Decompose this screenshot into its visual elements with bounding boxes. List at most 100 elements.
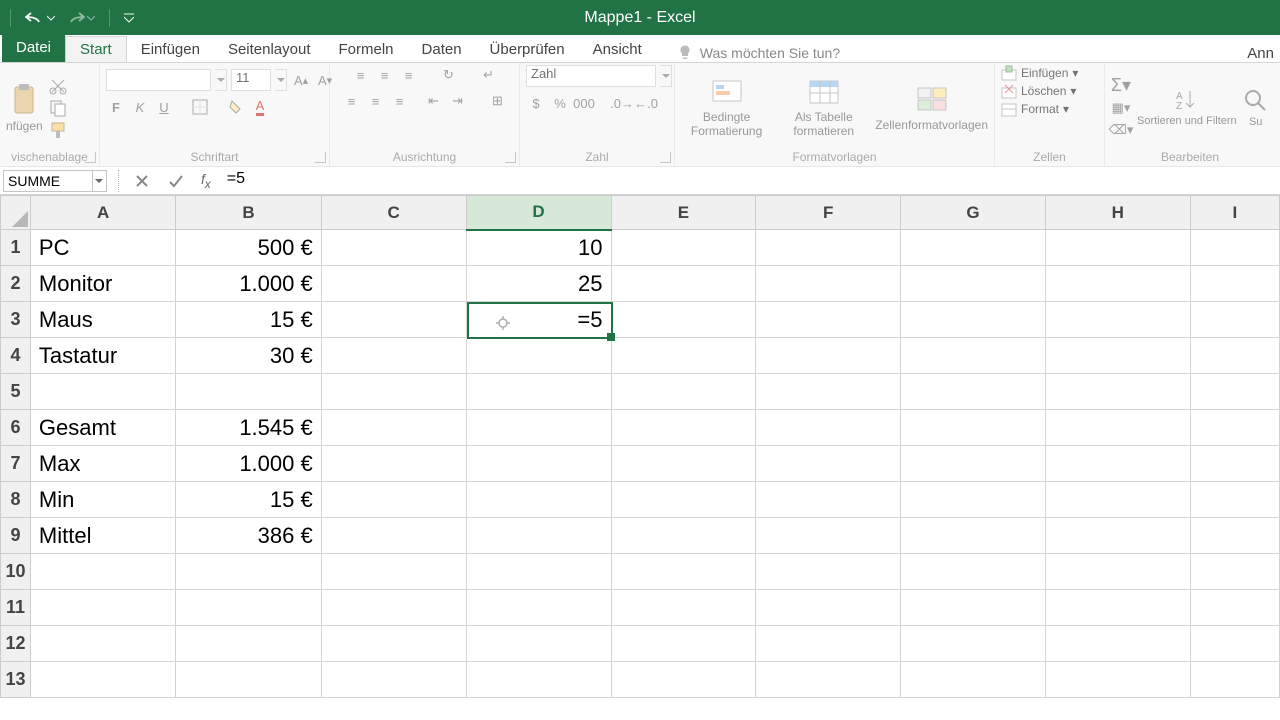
row-header-13[interactable]: 13 bbox=[1, 662, 31, 698]
row-header-1[interactable]: 1 bbox=[1, 230, 31, 266]
cell-C5[interactable] bbox=[321, 374, 466, 410]
column-header-B[interactable]: B bbox=[176, 196, 321, 230]
cell-B1[interactable]: 500 € bbox=[176, 230, 321, 266]
cell-D11[interactable] bbox=[466, 590, 611, 626]
cell-C3[interactable] bbox=[321, 302, 466, 338]
cell-E4[interactable] bbox=[611, 338, 756, 374]
cell-E7[interactable] bbox=[611, 446, 756, 482]
column-header-F[interactable]: F bbox=[756, 196, 901, 230]
row-header-4[interactable]: 4 bbox=[1, 338, 31, 374]
align-left-button[interactable]: ≡ bbox=[342, 91, 362, 111]
cell-I2[interactable] bbox=[1190, 266, 1279, 302]
cell-A7[interactable]: Max bbox=[30, 446, 176, 482]
cell-H11[interactable] bbox=[1045, 590, 1190, 626]
fill-button[interactable]: ▦▾ bbox=[1111, 98, 1131, 118]
autosum-button[interactable]: Σ▾ bbox=[1111, 76, 1131, 96]
cell-F12[interactable] bbox=[756, 626, 901, 662]
cell-G8[interactable] bbox=[901, 482, 1046, 518]
decrease-decimal-button[interactable]: ←.0 bbox=[636, 93, 656, 113]
cell-F7[interactable] bbox=[756, 446, 901, 482]
cell-F1[interactable] bbox=[756, 230, 901, 266]
cell-G10[interactable] bbox=[901, 554, 1046, 590]
row-header-11[interactable]: 11 bbox=[1, 590, 31, 626]
cell-G3[interactable] bbox=[901, 302, 1046, 338]
spreadsheet-grid[interactable]: ABCDEFGHI1PC500 €102Monitor1.000 €253Mau… bbox=[0, 195, 1280, 698]
cell-B10[interactable] bbox=[176, 554, 321, 590]
cell-I5[interactable] bbox=[1190, 374, 1279, 410]
copy-icon[interactable] bbox=[49, 99, 67, 117]
cell-I1[interactable] bbox=[1190, 230, 1279, 266]
number-launcher[interactable] bbox=[660, 152, 671, 163]
cell-G7[interactable] bbox=[901, 446, 1046, 482]
cell-B11[interactable] bbox=[176, 590, 321, 626]
number-format-dropdown[interactable] bbox=[660, 65, 672, 87]
cell-E5[interactable] bbox=[611, 374, 756, 410]
cell-E11[interactable] bbox=[611, 590, 756, 626]
cell-G6[interactable] bbox=[901, 410, 1046, 446]
clear-button[interactable]: ⌫▾ bbox=[1111, 120, 1131, 140]
cell-C1[interactable] bbox=[321, 230, 466, 266]
cell-B4[interactable]: 30 € bbox=[176, 338, 321, 374]
tabs-right[interactable]: Ann bbox=[1247, 45, 1280, 62]
conditional-formatting-button[interactable]: Bedingte Formatierung bbox=[681, 77, 772, 137]
find-select-button[interactable]: Su bbox=[1243, 88, 1269, 128]
column-header-G[interactable]: G bbox=[901, 196, 1046, 230]
cell-F6[interactable] bbox=[756, 410, 901, 446]
increase-indent-button[interactable]: ⇥ bbox=[448, 91, 468, 111]
cell-A12[interactable] bbox=[30, 626, 176, 662]
cell-C13[interactable] bbox=[321, 662, 466, 698]
cell-I7[interactable] bbox=[1190, 446, 1279, 482]
cell-H10[interactable] bbox=[1045, 554, 1190, 590]
qat-customize-button[interactable] bbox=[124, 12, 134, 24]
select-all-corner[interactable] bbox=[1, 196, 31, 230]
cell-A9[interactable]: Mittel bbox=[30, 518, 176, 554]
cell-G1[interactable] bbox=[901, 230, 1046, 266]
cell-G2[interactable] bbox=[901, 266, 1046, 302]
cell-I8[interactable] bbox=[1190, 482, 1279, 518]
cell-B6[interactable]: 1.545 € bbox=[176, 410, 321, 446]
cell-E9[interactable] bbox=[611, 518, 756, 554]
cell-E10[interactable] bbox=[611, 554, 756, 590]
cell-G9[interactable] bbox=[901, 518, 1046, 554]
font-name-input[interactable] bbox=[106, 69, 211, 91]
align-center-button[interactable]: ≡ bbox=[366, 91, 386, 111]
align-top-button[interactable]: ≡ bbox=[351, 65, 371, 85]
cell-E3[interactable] bbox=[611, 302, 756, 338]
tab-review[interactable]: Überprüfen bbox=[476, 37, 579, 62]
name-box-dropdown[interactable] bbox=[93, 170, 107, 192]
cell-C4[interactable] bbox=[321, 338, 466, 374]
alignment-launcher[interactable] bbox=[505, 152, 516, 163]
cut-icon[interactable] bbox=[49, 77, 67, 95]
cell-D2[interactable]: 25 bbox=[466, 266, 611, 302]
cell-G5[interactable] bbox=[901, 374, 1046, 410]
name-box[interactable]: SUMME bbox=[3, 170, 93, 192]
formula-input[interactable]: =5 bbox=[219, 170, 1280, 192]
cell-I11[interactable] bbox=[1190, 590, 1279, 626]
undo-button[interactable] bbox=[25, 10, 55, 26]
cell-B7[interactable]: 1.000 € bbox=[176, 446, 321, 482]
cell-D4[interactable] bbox=[466, 338, 611, 374]
cell-G11[interactable] bbox=[901, 590, 1046, 626]
tab-pagelayout[interactable]: Seitenlayout bbox=[214, 37, 325, 62]
cell-H13[interactable] bbox=[1045, 662, 1190, 698]
row-header-6[interactable]: 6 bbox=[1, 410, 31, 446]
cell-F13[interactable] bbox=[756, 662, 901, 698]
percent-button[interactable]: % bbox=[550, 93, 570, 113]
cell-H9[interactable] bbox=[1045, 518, 1190, 554]
cell-F8[interactable] bbox=[756, 482, 901, 518]
delete-cells-button[interactable]: Löschen▾ bbox=[1001, 83, 1076, 99]
shrink-font-button[interactable]: A▾ bbox=[315, 70, 335, 90]
cell-G4[interactable] bbox=[901, 338, 1046, 374]
column-header-H[interactable]: H bbox=[1045, 196, 1190, 230]
cell-D7[interactable] bbox=[466, 446, 611, 482]
cell-A6[interactable]: Gesamt bbox=[30, 410, 176, 446]
cell-H3[interactable] bbox=[1045, 302, 1190, 338]
row-header-8[interactable]: 8 bbox=[1, 482, 31, 518]
font-launcher[interactable] bbox=[315, 152, 326, 163]
cell-C7[interactable] bbox=[321, 446, 466, 482]
cell-E6[interactable] bbox=[611, 410, 756, 446]
row-header-12[interactable]: 12 bbox=[1, 626, 31, 662]
cell-D3[interactable]: =5 bbox=[466, 302, 611, 338]
cell-D13[interactable] bbox=[466, 662, 611, 698]
tab-formulas[interactable]: Formeln bbox=[325, 37, 408, 62]
